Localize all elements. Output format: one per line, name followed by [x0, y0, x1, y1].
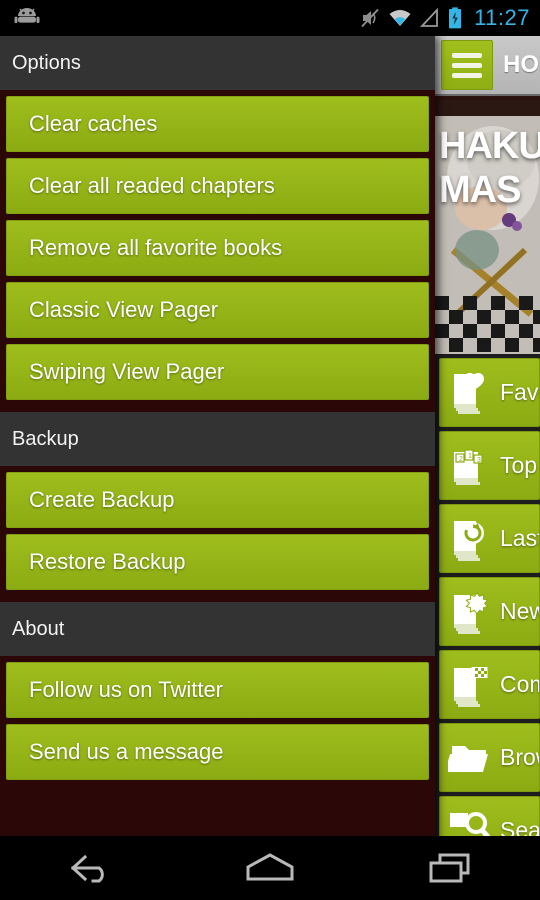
drawer-item-label: Classic View Pager: [29, 297, 219, 322]
wifi-icon: [389, 10, 411, 26]
book-star-icon: [454, 591, 489, 634]
back-arrow-icon: [70, 854, 104, 883]
home-icon: [246, 853, 294, 881]
main-list-item-new[interactable]: New: [439, 577, 540, 646]
navigation-drawer: Options Clear caches Clear all readed ch…: [0, 36, 435, 864]
book-heart-icon: [454, 372, 484, 414]
main-list-label: New: [500, 598, 539, 624]
main-content-pane: HOME: [435, 36, 540, 864]
drawer-item-remove-favorite-books[interactable]: Remove all favorite books: [6, 220, 429, 276]
drawer-item-swiping-view-pager[interactable]: Swiping View Pager: [6, 344, 429, 400]
main-menu-list: Favorites 2 1 3 Top: [435, 354, 540, 864]
status-bar-notifications: [0, 8, 40, 28]
main-list-item-browse[interactable]: Browse: [439, 723, 540, 792]
featured-banner[interactable]: HAKU MAS: [435, 96, 540, 354]
hamburger-menu-icon[interactable]: [441, 40, 493, 90]
main-list-item-completed[interactable]: Completed: [439, 650, 540, 719]
main-list-item-favorites[interactable]: Favorites: [439, 358, 540, 427]
svg-text:2: 2: [459, 456, 463, 463]
battery-charging-icon: [449, 7, 462, 29]
section-header-label: About: [12, 617, 65, 640]
status-bar: 11:27: [0, 0, 540, 36]
section-header-backup: Backup: [0, 412, 435, 466]
banner-title: HAKU MAS: [439, 124, 540, 212]
banner-title-line2: MAS: [439, 169, 521, 211]
book-refresh-icon: [454, 520, 484, 561]
drawer-item-create-backup[interactable]: Create Backup: [6, 472, 429, 528]
drawer-item-label: Remove all favorite books: [29, 235, 283, 260]
drawer-item-label: Clear all readed chapters: [29, 173, 275, 198]
cellular-signal-icon: [420, 8, 438, 27]
section-header-about: About: [0, 602, 435, 656]
action-bar: HOME: [435, 36, 540, 96]
main-list-label: Completed: [500, 671, 539, 697]
drawer-item-clear-readed-chapters[interactable]: Clear all readed chapters: [6, 158, 429, 214]
banner-title-line1: HAKU: [439, 125, 540, 167]
device-screen: 11:27 HOME: [0, 0, 540, 900]
drawer-item-label: Clear caches: [29, 111, 158, 136]
status-bar-clock: 11:27: [474, 5, 530, 30]
recents-button[interactable]: [360, 851, 540, 885]
system-navigation-bar: [0, 836, 540, 900]
section-header-label: Options: [12, 51, 81, 74]
status-bar-icons: 11:27: [360, 5, 540, 31]
book-flag-icon: [454, 666, 488, 707]
drawer-item-label: Follow us on Twitter: [29, 677, 224, 702]
drawer-item-clear-caches[interactable]: Clear caches: [6, 96, 429, 152]
action-bar-title: HOME: [503, 51, 540, 78]
drawer-item-label: Swiping View Pager: [29, 359, 225, 384]
section-header-label: Backup: [12, 427, 79, 450]
drawer-item-restore-backup[interactable]: Restore Backup: [6, 534, 429, 590]
main-list-label: Top: [500, 452, 538, 478]
android-robot-icon: [14, 8, 40, 24]
drawer-item-label: Create Backup: [29, 487, 175, 512]
drawer-item-classic-view-pager[interactable]: Classic View Pager: [6, 282, 429, 338]
section-header-options: Options: [0, 36, 435, 90]
drawer-item-follow-twitter[interactable]: Follow us on Twitter: [6, 662, 429, 718]
main-list-label: Favorites: [500, 379, 539, 405]
svg-text:1: 1: [468, 453, 472, 460]
drawer-item-label: Send us a message: [29, 739, 224, 764]
back-button[interactable]: [0, 851, 180, 885]
main-list-item-top[interactable]: 2 1 3 Top: [439, 431, 540, 500]
folder-icon: [448, 745, 488, 772]
main-list-label: Last: [500, 525, 540, 551]
main-list-label: Browse: [500, 744, 539, 770]
recents-icon: [429, 853, 470, 883]
drawer-item-label: Restore Backup: [29, 549, 186, 574]
home-button[interactable]: [180, 851, 360, 885]
main-list-item-last[interactable]: Last: [439, 504, 540, 573]
drawer-item-send-message[interactable]: Send us a message: [6, 724, 429, 780]
svg-text:3: 3: [477, 457, 481, 464]
book-numbers-icon: 2 1 3: [454, 448, 483, 485]
mute-icon: [361, 8, 379, 28]
